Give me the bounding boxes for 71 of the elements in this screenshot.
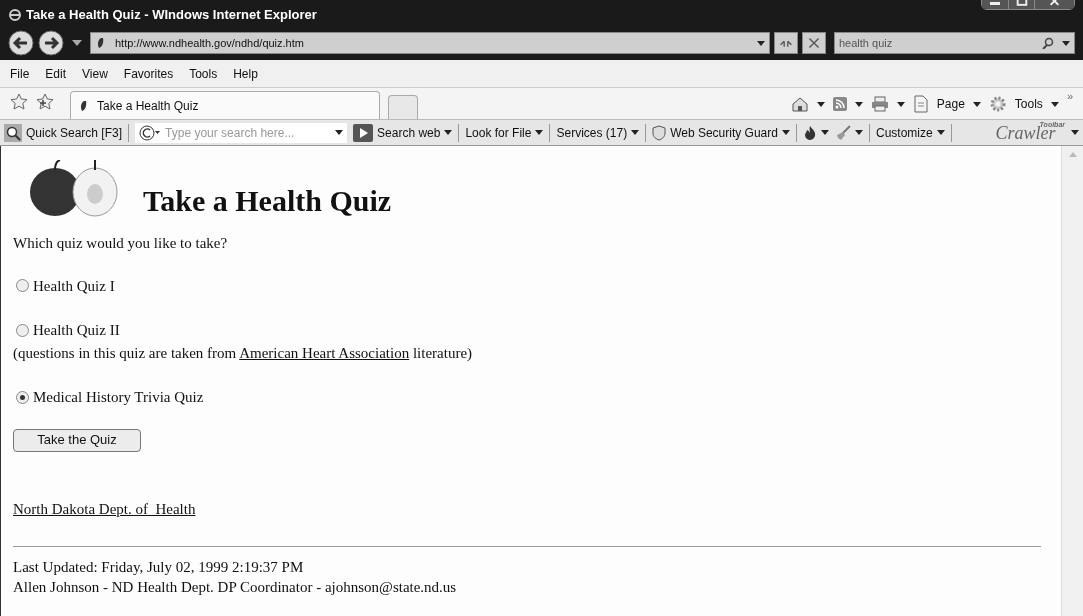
leaf-icon [79,98,89,113]
radio-button[interactable] [16,390,29,404]
caret-icon[interactable] [1050,101,1059,107]
toolbar-button[interactable]: Tools [1014,95,1043,113]
link[interactable]: American Heart Association [239,344,410,361]
caret-icon[interactable] [854,130,863,135]
menu-item[interactable]: Edit [45,64,67,83]
search-icon[interactable] [4,123,22,142]
page-icon[interactable] [912,95,929,113]
feed-icon[interactable] [832,97,847,111]
browser-tab[interactable]: Take a Health Quiz [70,91,380,119]
menu-item[interactable]: File [10,64,30,83]
toolbar-button[interactable]: Look for File [465,123,532,142]
caret-icon[interactable] [896,101,905,107]
refresh-icon[interactable] [774,32,798,54]
chevron-icon[interactable]: » [1066,88,1073,105]
gear-icon[interactable] [988,95,1007,113]
star-plus-icon[interactable] [36,93,54,111]
submit-button[interactable]: Take the Quiz [13,428,141,452]
search-field[interactable]: Type your search here... [135,122,348,143]
toolbar-button[interactable]: Quick Search [F3] [26,123,123,142]
caret-icon[interactable] [757,40,765,46]
caret-icon[interactable] [335,130,344,135]
footer-text: Last Updated: Friday, July 02, 1999 2:19:37 PM [13,558,305,577]
browser-logo-icon [8,8,22,22]
caret-icon[interactable] [972,101,981,107]
menu-item[interactable]: Tools [189,64,218,83]
caret-icon[interactable] [816,101,825,107]
window-title: Take a Health Quiz - WIndows Internet Explorer [26,6,317,25]
option-label: Medical History Trivia Quiz [33,388,204,407]
caret-icon[interactable] [854,101,863,107]
toolbar-button[interactable]: Search web [377,123,441,142]
star-icon[interactable] [10,93,28,111]
menu-item[interactable]: View [82,64,108,83]
scrollbar[interactable] [1061,146,1083,616]
search-icon[interactable] [1042,37,1054,49]
back-icon[interactable] [8,30,34,56]
footer-text: Allen Johnson - ND Health Dept. DP Coordinator - ajohnson@state.nd.us [13,578,458,597]
forward-icon[interactable] [38,30,64,56]
page-heading: Take a Health Quiz [143,186,392,216]
address-bar[interactable]: http://www.ndhealth.gov/ndhd/quiz.htm [90,32,770,54]
flame-icon[interactable] [802,124,817,141]
shield-icon[interactable] [652,124,667,141]
toolbar-button[interactable]: Page [936,95,965,113]
link[interactable]: North Dakota Dept. of Health [13,497,196,520]
question-text: Which quiz would you like to take? [13,234,229,253]
printer-icon[interactable] [870,96,889,112]
toolbar-button[interactable]: Customize [875,123,933,142]
menu-item[interactable]: Favorites [123,64,174,83]
radio-button[interactable] [16,323,29,337]
menu-item[interactable]: Help [233,64,258,83]
caret-icon[interactable] [820,130,829,135]
caret-icon[interactable] [1062,40,1070,46]
dropdown-icon[interactable] [72,40,82,46]
option-label: Health Quiz I [33,276,115,296]
stop-icon[interactable] [802,32,826,54]
caret-icon[interactable] [444,130,453,135]
search-field[interactable]: health quiz [834,32,1075,54]
home-icon[interactable] [790,96,809,112]
option-label: Health Quiz II [33,321,120,340]
caret-icon[interactable] [631,130,640,135]
engine-icon[interactable] [139,124,162,141]
caret-icon[interactable] [781,130,790,135]
radio-button[interactable] [16,279,29,293]
caret-icon[interactable] [1071,130,1079,135]
play-icon[interactable] [353,123,374,142]
toolbar-button[interactable]: Web Security Guard [670,123,778,142]
toolbar-button[interactable]: Services (17) [556,123,628,142]
note-text: (questions in this quiz are taken from American Heart Association literature) [13,343,474,363]
caret-icon[interactable] [936,130,945,135]
caret-icon[interactable] [535,130,544,135]
